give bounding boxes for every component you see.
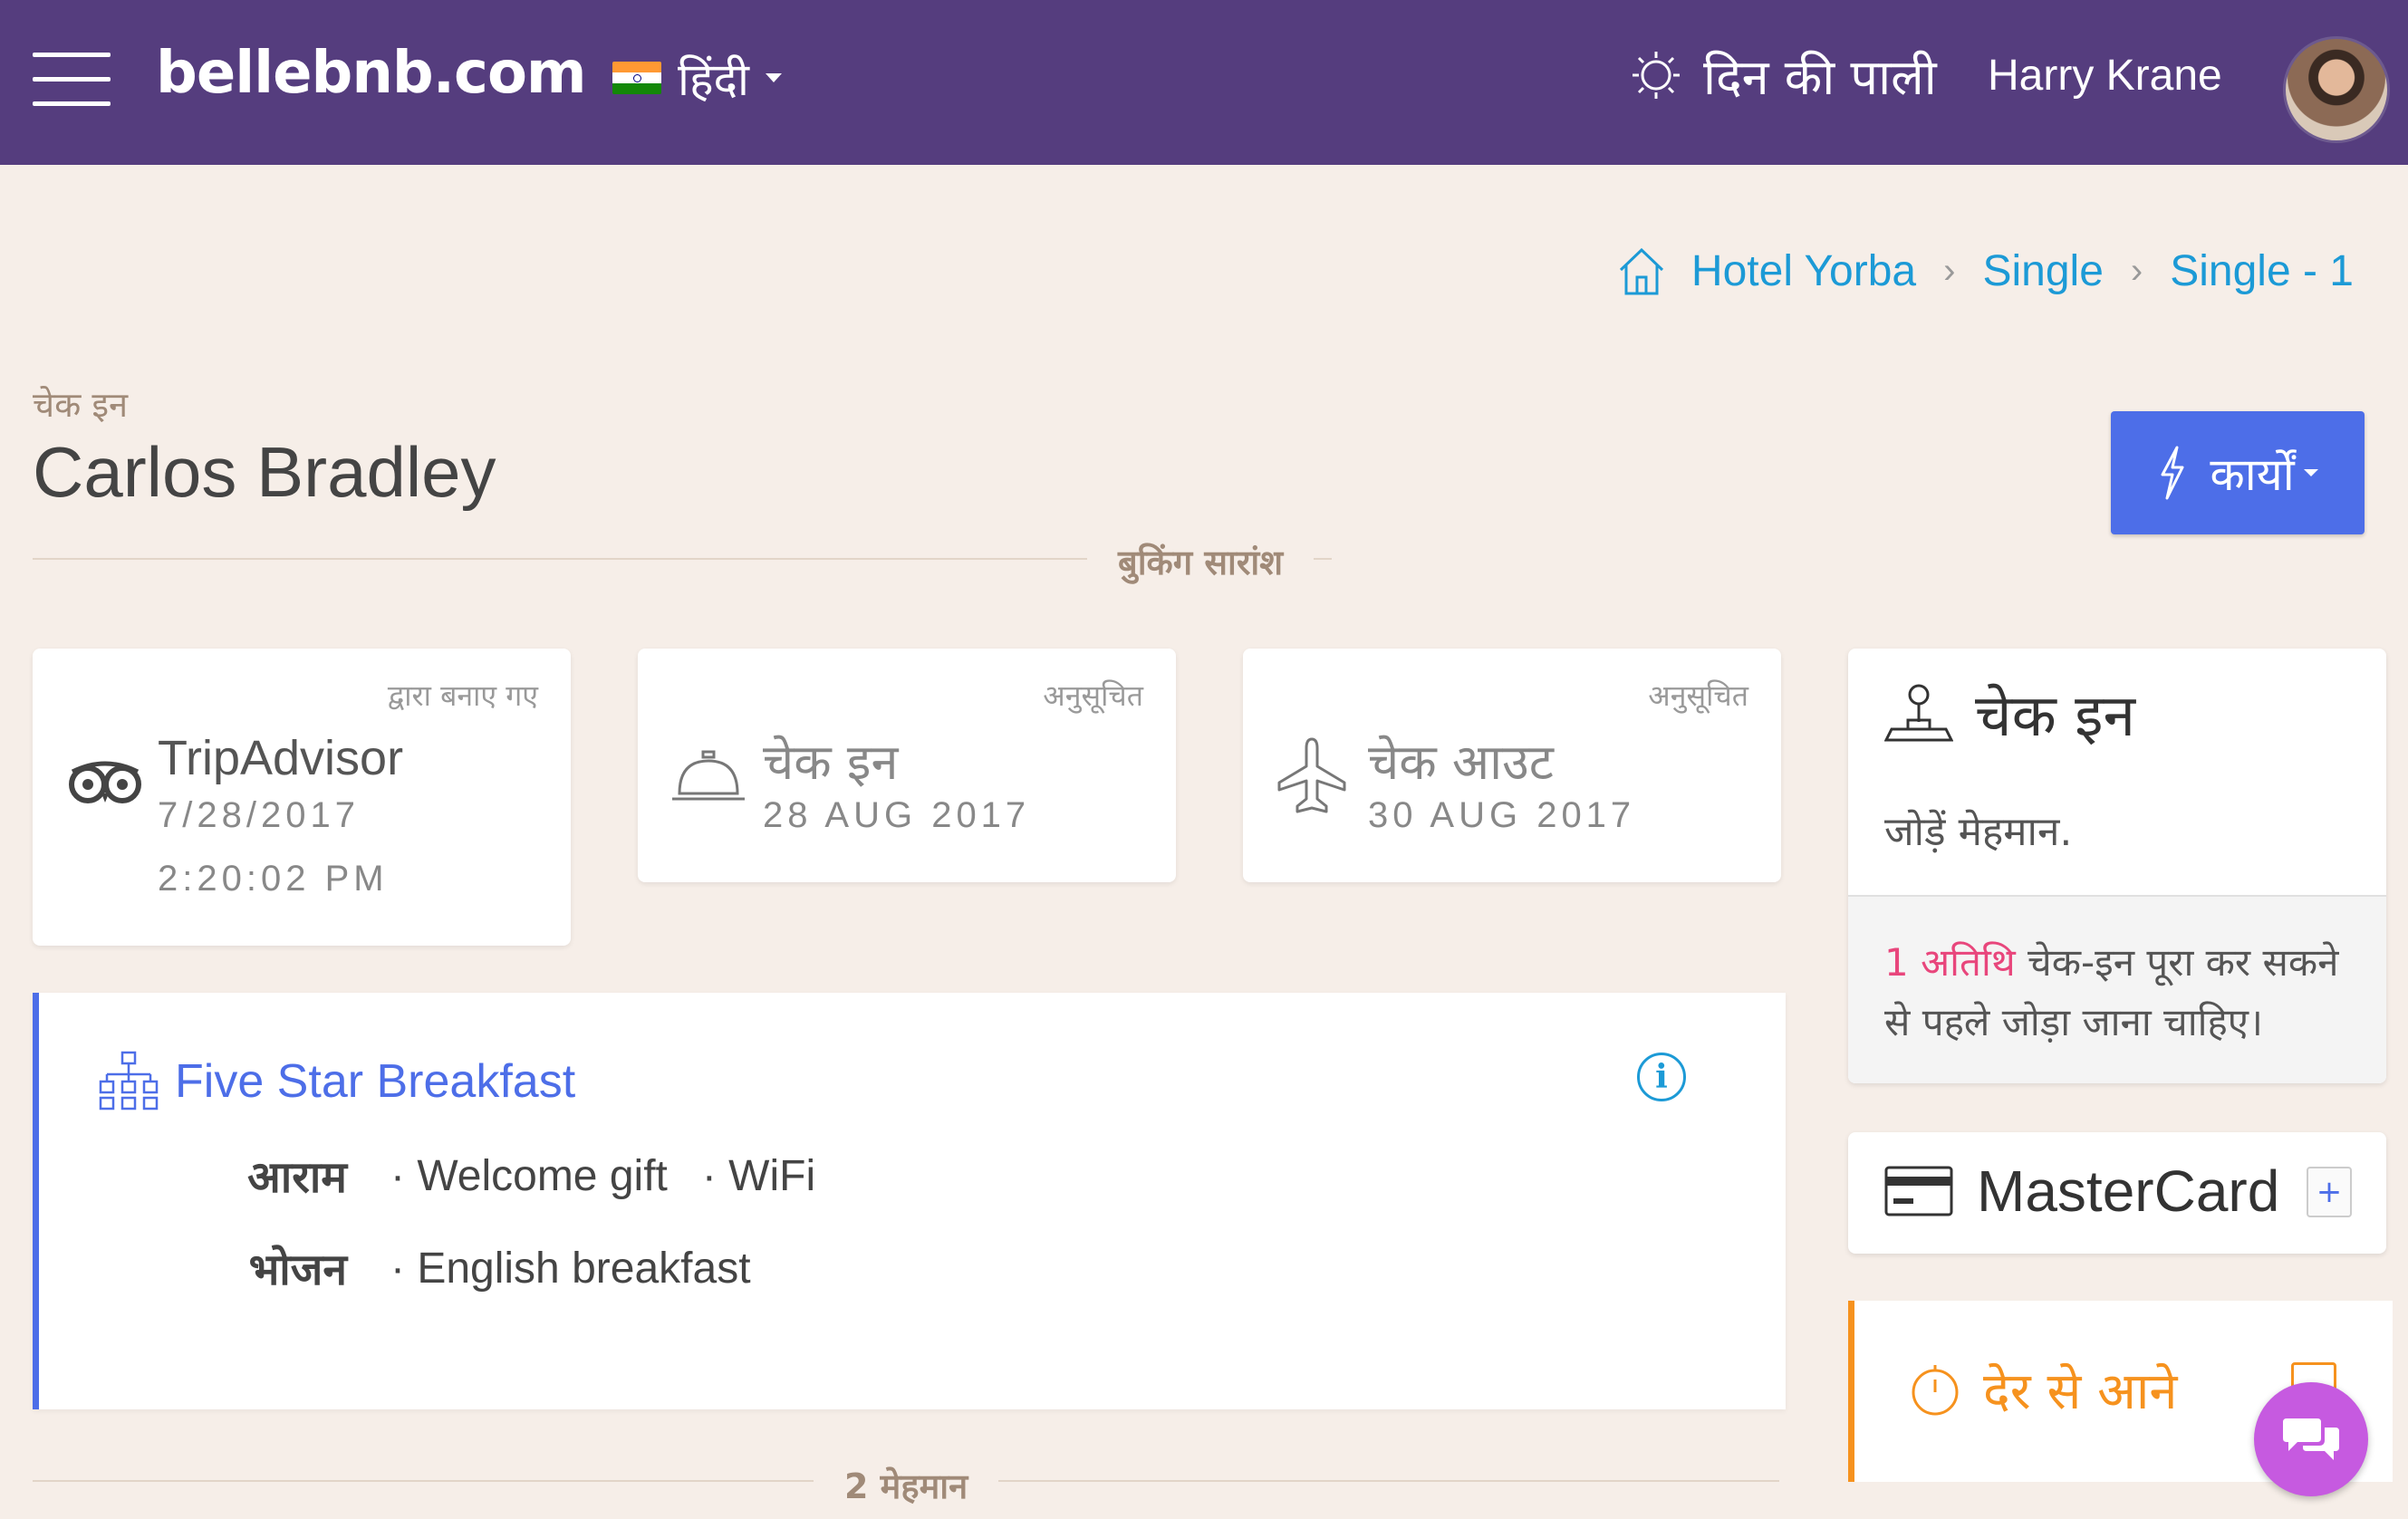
card-date: 28 AUG 2017 — [763, 795, 1031, 835]
late-arrival-label: देर से आने — [1983, 1362, 2178, 1421]
top-navbar: bellebnb.com हिंदी दिन की पाली Harry Kra… — [0, 0, 2408, 165]
checkin-notice: 1 अतिथि चेक-इन पूरा कर सकने से पहले जोड़… — [1848, 895, 2386, 1083]
amenities-row: आराम · Welcome gift · WiFi — [166, 1147, 850, 1206]
payment-card-name: MasterCard — [1977, 1158, 2280, 1224]
card-main: चेक आउट — [1368, 734, 1554, 791]
add-guests-text[interactable]: जोड़ें मेहमान. — [1884, 803, 2072, 857]
list-item: · Welcome gift — [390, 1152, 668, 1200]
meals-row: भोजन · English breakfast — [166, 1239, 785, 1298]
checkin-title-text: चेक इन — [1975, 683, 2136, 750]
chat-button[interactable] — [2254, 1382, 2368, 1496]
booking-summary-label: बुकिंग सारांश — [1087, 538, 1315, 585]
package-title[interactable]: Five Star Breakfast — [175, 1054, 575, 1109]
sitemap-icon — [99, 1051, 159, 1110]
scheduled-checkin-card: अनुसूचित चेक इन 28 AUG 2017 — [638, 649, 1176, 882]
created-by-card: द्वारा बनाए गए TripAdvisor 7/28/2017 2:2… — [33, 649, 571, 946]
card-date: 7/28/2017 — [158, 795, 360, 835]
card-tag: अनुसूचित — [1043, 678, 1143, 713]
guests-label: 2 मेहमान — [814, 1462, 999, 1509]
breadcrumb: Hotel Yorba › Single › Single - 1 — [1615, 245, 2354, 297]
add-payment-button[interactable]: + — [2307, 1167, 2352, 1217]
joystick-icon — [1884, 684, 1953, 741]
late-arrival-header: देर से आने — [1909, 1355, 2177, 1424]
breadcrumb-separator: › — [1943, 250, 1956, 291]
user-name[interactable]: Harry Krane — [1988, 51, 2222, 101]
breadcrumb-room-type[interactable]: Single — [1982, 246, 2103, 296]
row-label: भोजन — [248, 1245, 347, 1295]
hamburger-menu-icon[interactable] — [33, 53, 111, 109]
page-kicker: चेक इन — [33, 385, 129, 425]
india-flag-icon — [612, 62, 661, 94]
card-tag: द्वारा बनाए गए — [387, 678, 538, 713]
payment-method: MasterCard — [1884, 1158, 2279, 1225]
row-label: आराम — [247, 1152, 347, 1203]
sun-icon — [1633, 52, 1680, 99]
payment-card: MasterCard + — [1848, 1132, 2386, 1254]
stopwatch-icon — [1912, 1365, 1959, 1416]
home-icon[interactable] — [1615, 245, 1668, 297]
notice-text: से पहले जोड़ा जाना चाहिए। — [1884, 1000, 2263, 1044]
shift-label: दिन की पाली — [1703, 49, 1937, 106]
checkin-panel-title: चेक इन — [1884, 674, 2135, 753]
caret-down-icon — [766, 73, 782, 82]
lightning-icon — [2161, 446, 2184, 500]
chat-bubbles-icon — [2283, 1418, 2339, 1460]
list-item: · English breakfast — [390, 1245, 751, 1293]
card-main: TripAdvisor — [158, 731, 404, 785]
actions-label: कार्यों — [2210, 448, 2295, 501]
checkin-panel: चेक इन जोड़ें मेहमान. 1 अतिथि चेक-इन पूर… — [1848, 649, 2386, 1083]
scheduled-checkout-card: अनुसूचित चेक आउट 30 AUG 2017 — [1243, 649, 1781, 882]
language-selector[interactable]: हिंदी — [612, 47, 782, 109]
breadcrumb-hotel[interactable]: Hotel Yorba — [1691, 246, 1916, 296]
actions-button[interactable]: कार्यों — [2111, 411, 2365, 534]
list-item: · WiFi — [701, 1152, 816, 1200]
tripadvisor-icon — [69, 761, 141, 803]
credit-card-icon — [1884, 1166, 1953, 1216]
avatar[interactable] — [2283, 36, 2390, 143]
breadcrumb-room[interactable]: Single - 1 — [2170, 246, 2354, 296]
brand-logo[interactable]: bellebnb.com — [156, 40, 587, 107]
card-main: चेक इन — [763, 734, 899, 791]
card-tag: अनुसूचित — [1648, 678, 1748, 713]
breadcrumb-separator: › — [2130, 250, 2143, 291]
language-label: हिंदी — [678, 53, 749, 106]
package-card: Five Star Breakfast i आराम · Welcome gif… — [33, 993, 1786, 1409]
notice-highlight: 1 अतिथि — [1884, 940, 2016, 985]
card-time: 2:20:02 PM — [158, 859, 389, 899]
notice-text: चेक-इन पूरा कर सकने — [2015, 940, 2339, 985]
shift-indicator[interactable]: दिन की पाली — [1631, 42, 1937, 109]
reception-bell-icon — [672, 750, 745, 801]
caret-down-icon — [2303, 469, 2318, 476]
airplane-icon — [1277, 737, 1346, 813]
page-title: Carlos Bradley — [33, 432, 496, 512]
card-date: 30 AUG 2017 — [1368, 795, 1636, 835]
info-icon[interactable]: i — [1637, 1053, 1686, 1101]
